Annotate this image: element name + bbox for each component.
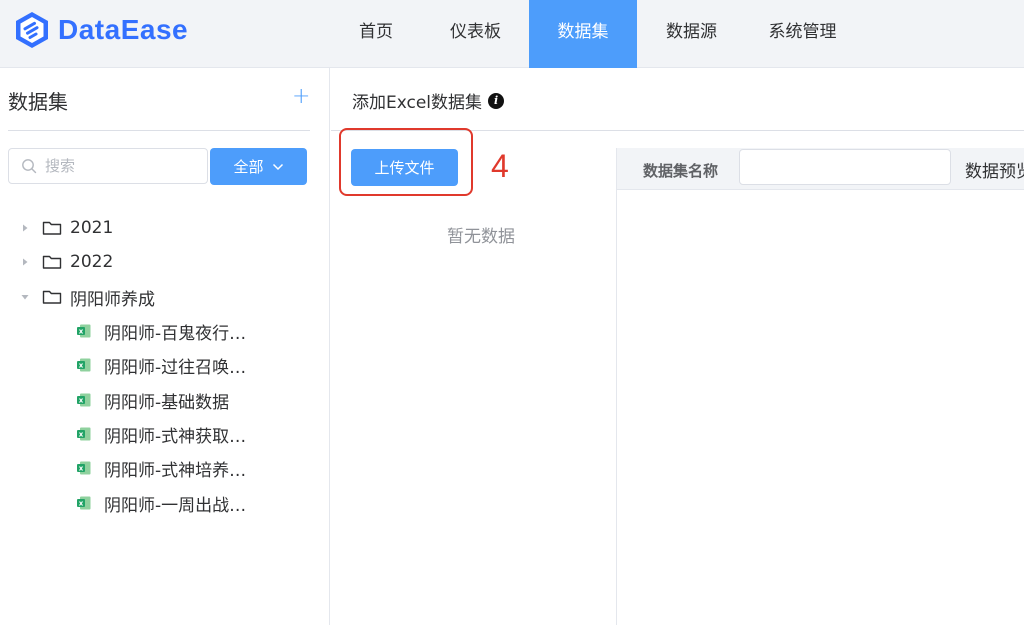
tree-excel-item[interactable]: x 阴阳师-式神获取… [76,417,246,451]
tree-label: 阴阳师-基础数据 [104,392,230,413]
chevron-down-icon [272,163,283,170]
annotation-step-number: 4 [491,148,509,184]
svg-text:x: x [79,397,84,405]
caret-right-icon[interactable] [20,257,30,267]
tree-excel-item[interactable]: x 阴阳师-一周出战… [76,486,246,520]
excel-file-icon: x [77,496,91,510]
excel-file-icon: x [77,358,91,372]
search-input[interactable] [45,157,195,175]
svg-text:x: x [79,500,84,508]
tree-label: 2022 [70,252,114,272]
caret-right-icon[interactable] [20,223,30,233]
caret-down-icon[interactable] [20,292,30,302]
logo-text: DataEase [58,14,189,45]
divider [8,130,310,131]
folder-icon [42,290,62,304]
tree-excel-item[interactable]: x 阴阳师-基础数据 [76,383,229,417]
main-nav: 首页 仪表板 数据集 数据源 系统管理 [330,0,859,68]
tree-folder-2021[interactable]: 2021 [20,211,113,245]
page-title: 添加Excel数据集 i [352,88,505,113]
nav-datasource[interactable]: 数据源 [637,0,746,68]
svg-text:x: x [79,465,84,473]
tree-excel-item[interactable]: x 阴阳师-百鬼夜行… [76,314,246,348]
nav-home[interactable]: 首页 [330,0,422,68]
tree-label: 阴阳师-百鬼夜行… [104,323,247,344]
logo[interactable]: DataEase [12,8,188,52]
main-content: 添加Excel数据集 i 上传文件 4 暂无数据 数据集名称 数据预览 [331,68,1024,625]
svg-text:x: x [79,431,84,439]
excel-file-icon: x [77,393,91,407]
nav-dashboard[interactable]: 仪表板 [422,0,529,68]
dataset-name-input[interactable] [739,149,951,185]
tree-label: 阴阳师-式神培养… [104,460,247,481]
filter-label: 全部 [233,158,264,176]
folder-icon [42,255,62,269]
page-title-text: 添加Excel数据集 [352,93,483,113]
upload-file-button[interactable]: 上传文件 [351,149,458,186]
excel-file-icon: x [77,427,91,441]
tree-label: 阴阳师-过往召唤… [104,357,247,378]
tree-label: 阴阳师-一周出战… [104,495,247,516]
folder-icon [42,221,62,235]
svg-text:x: x [79,362,84,370]
tree-excel-item[interactable]: x 阴阳师-过往召唤… [76,348,246,382]
tree-folder-2022[interactable]: 2022 [20,245,113,279]
svg-text:x: x [79,328,84,336]
preview-panel: 数据集名称 数据预览 [616,148,1024,625]
search-field[interactable] [8,148,208,184]
tree-folder-onmyoji[interactable]: 阴阳师养成 [20,280,155,314]
filter-dropdown-button[interactable]: 全部 [210,148,307,185]
sidebar-title: 数据集 [8,90,68,114]
search-icon [22,159,37,174]
preview-header: 数据集名称 数据预览 [617,148,1024,190]
excel-file-icon: x [77,324,91,338]
tree-label: 阴阳师-式神获取… [104,426,247,447]
dataset-name-label: 数据集名称 [643,162,719,180]
nav-dataset[interactable]: 数据集 [529,0,637,68]
data-preview-label: 数据预览 [965,162,1024,182]
tree-label: 阴阳师养成 [70,289,155,310]
dataease-logo-icon [16,12,48,48]
dataset-sidebar: 数据集 + 全部 2021 2022 阴阳师养成 [0,68,330,625]
tree-label: 2021 [70,218,114,238]
plus-icon[interactable]: + [292,84,310,109]
tree-excel-item[interactable]: x 阴阳师-式神培养… [76,451,246,485]
excel-file-icon: x [77,461,91,475]
info-icon[interactable]: i [488,92,505,109]
empty-state-text: 暂无数据 [447,227,515,247]
nav-system-management[interactable]: 系统管理 [746,0,859,68]
top-navbar: DataEase 首页 仪表板 数据集 数据源 系统管理 [0,0,1024,68]
